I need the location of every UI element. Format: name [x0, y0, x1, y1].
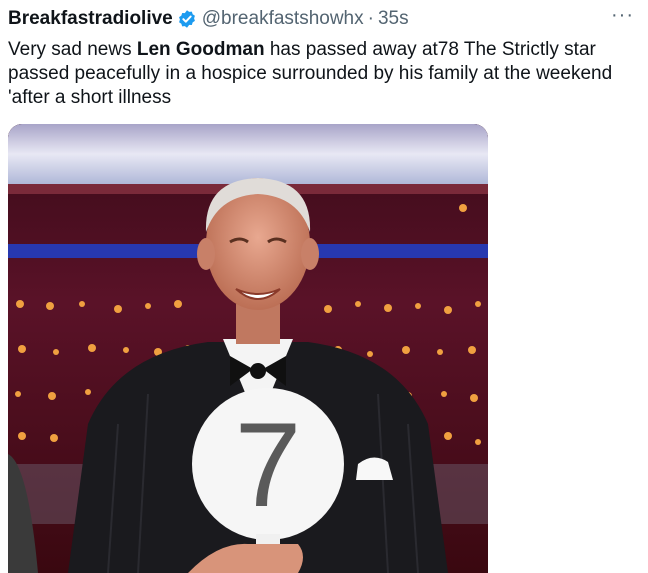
tweet-header: Breakfastradiolive @breakfastshowhx · 35… — [8, 6, 409, 32]
author-handle[interactable]: @breakfastshowhx — [202, 8, 364, 30]
tweet-text-name: Len Goodman — [136, 39, 265, 60]
tweet-card[interactable]: Breakfastradiolive @breakfastshowhx · 35… — [0, 0, 648, 573]
verified-badge-icon — [177, 9, 197, 29]
scorecard-number: 7 — [235, 398, 302, 532]
tweet-timestamp[interactable]: 35s — [378, 8, 409, 30]
tweet-text-intro: Very sad news — [8, 39, 137, 60]
more-options-icon[interactable]: ··· — [611, 4, 634, 27]
separator-dot: · — [367, 8, 374, 29]
author-display-name[interactable]: Breakfastradiolive — [8, 8, 173, 30]
tweet-media-photo[interactable]: 7 — [8, 124, 488, 573]
tweet-text: Very sad news Len Goodman has passed awa… — [8, 38, 638, 110]
